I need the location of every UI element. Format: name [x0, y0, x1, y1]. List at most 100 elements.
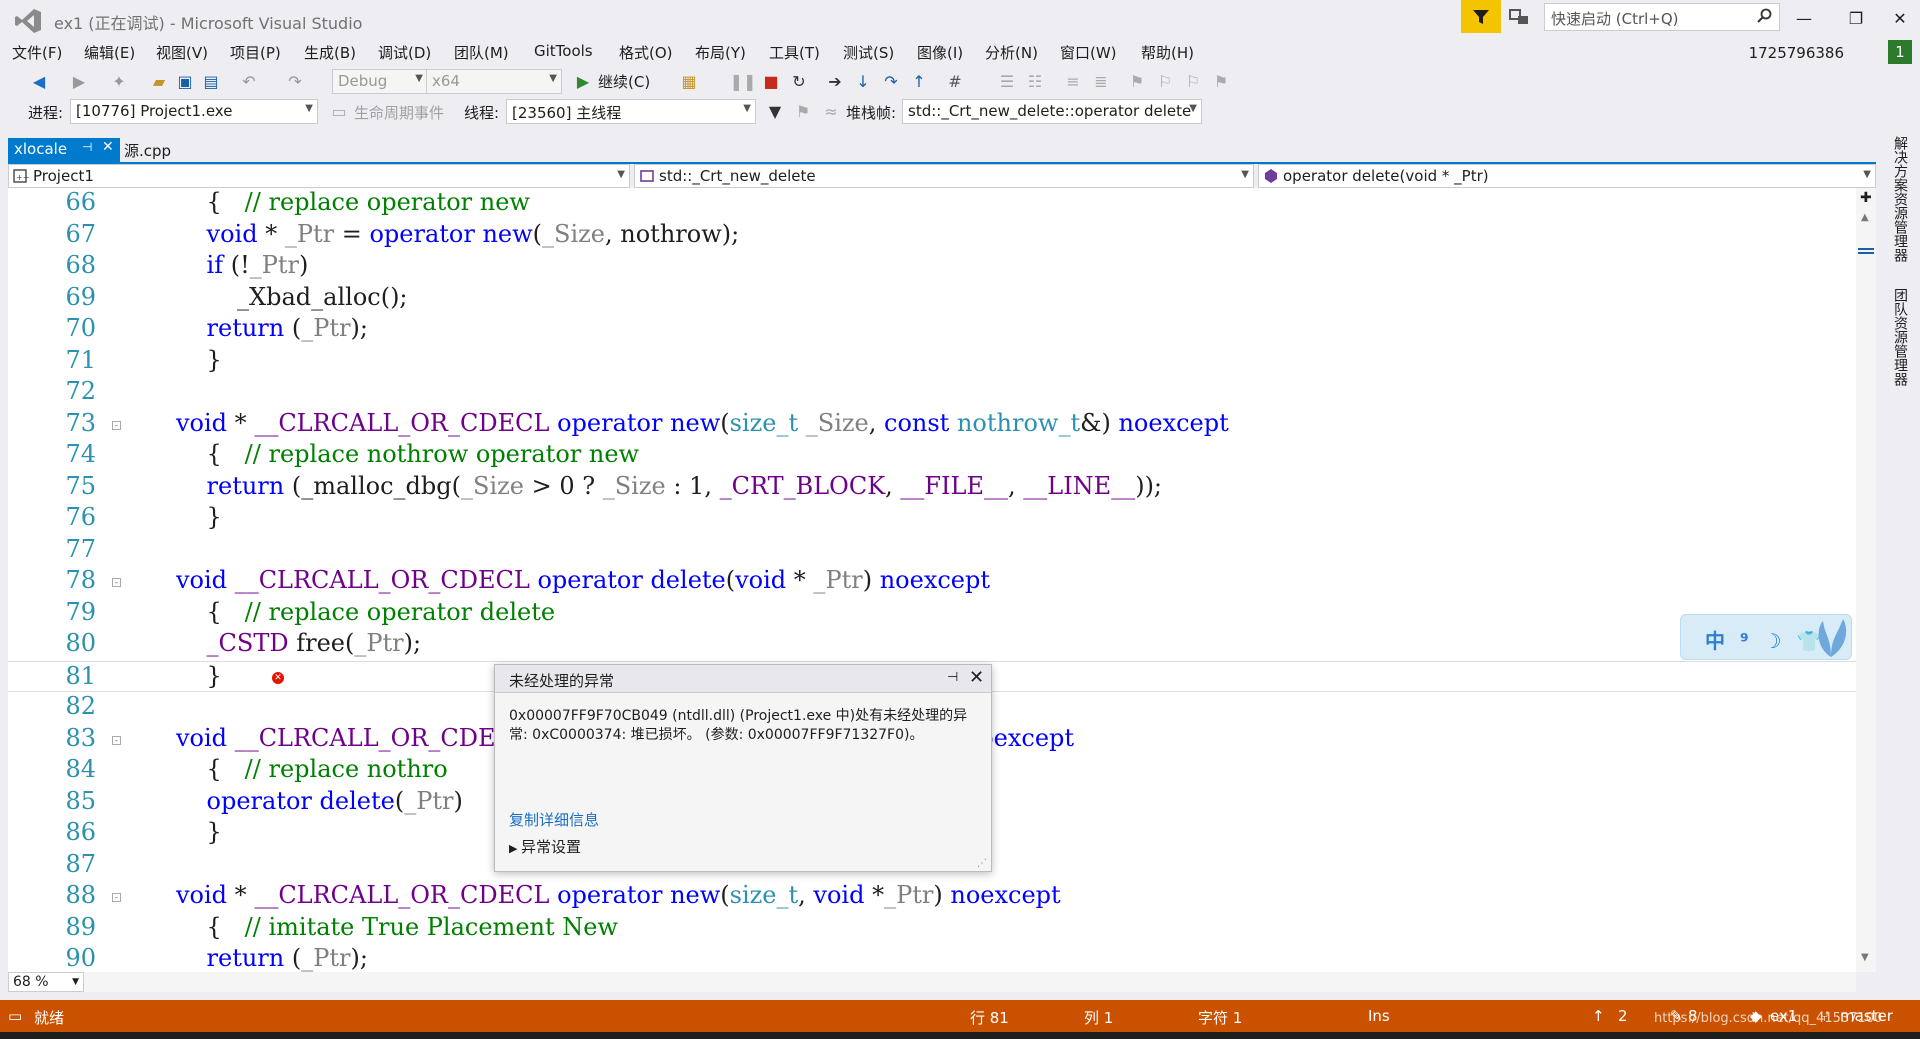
line-number: 73: [65, 408, 96, 437]
outdent-icon[interactable]: ≣: [1090, 70, 1112, 92]
clear-bookmarks-icon[interactable]: ⚑: [1210, 70, 1232, 92]
member-nav-select[interactable]: operator delete(void * _Ptr) ▼: [1258, 164, 1876, 188]
exception-settings-expander[interactable]: ▶ 异常设置: [509, 836, 581, 857]
solution-platform-select[interactable]: x64 ▼: [426, 69, 562, 94]
solution-configuration-select[interactable]: Debug ▼: [332, 69, 428, 94]
status-text: 就绪: [34, 1009, 65, 1027]
indent-icon[interactable]: ≡: [1062, 70, 1084, 92]
menu-help[interactable]: 帮助(H): [1141, 42, 1194, 63]
unpushed-count[interactable]: 2: [1618, 1007, 1628, 1025]
scroll-position-marker: [1858, 248, 1874, 250]
flag-threads-icon[interactable]: ⚑: [792, 100, 814, 122]
next-bookmark-icon[interactable]: ⚐: [1182, 70, 1204, 92]
pin-icon[interactable]: ⊣: [947, 670, 958, 685]
redo-icon[interactable]: ↷: [284, 70, 306, 92]
menu-test[interactable]: 测试(S): [843, 42, 894, 63]
split-icon[interactable]: ✚: [1860, 190, 1872, 206]
stack-frame-select[interactable]: std::_Crt_new_delete::operator delete ▼: [902, 99, 1202, 124]
navigate-forward-icon[interactable]: ▶: [68, 70, 90, 92]
filter-threads-icon[interactable]: ▼: [764, 100, 786, 122]
thread-select[interactable]: [23560] 主线程 ▼: [506, 99, 756, 124]
tab-xlocale[interactable]: xlocale ⊣ ✕: [8, 138, 120, 162]
pin-icon[interactable]: ⊣: [82, 140, 92, 154]
new-project-icon[interactable]: ✦: [108, 70, 130, 92]
collapse-icon[interactable]: -: [112, 893, 121, 902]
menu-gittools[interactable]: GitTools: [534, 42, 593, 60]
hex-display-icon[interactable]: #: [944, 70, 966, 92]
menu-debug[interactable]: 调试(D): [378, 42, 431, 63]
step-into-icon[interactable]: ↓: [852, 70, 874, 92]
close-window-button[interactable]: ✕: [1880, 4, 1920, 32]
menu-window[interactable]: 窗口(W): [1060, 42, 1117, 63]
undo-icon[interactable]: ↶: [238, 70, 260, 92]
insert-mode-indicator[interactable]: Ins: [1368, 1007, 1390, 1025]
save-icon[interactable]: ▣: [174, 70, 196, 92]
project-nav-select[interactable]: ++ Project1 ▼: [8, 164, 630, 188]
restore-button[interactable]: ❐: [1836, 4, 1876, 32]
save-all-icon[interactable]: ▤: [200, 70, 222, 92]
menu-tools[interactable]: 工具(T): [769, 42, 820, 63]
bookmark-icon[interactable]: ⚑: [1126, 70, 1148, 92]
stop-debugging-icon[interactable]: ■: [760, 70, 782, 92]
resize-grip-icon[interactable]: ⋰: [977, 858, 987, 869]
close-icon[interactable]: ✕: [969, 667, 984, 688]
account-name[interactable]: 1725796386: [1749, 44, 1844, 62]
notifications-filter-button[interactable]: [1461, 0, 1501, 33]
collapse-icon[interactable]: -: [112, 420, 121, 430]
prev-bookmark-icon[interactable]: ⚐: [1154, 70, 1176, 92]
menu-image[interactable]: 图像(I): [917, 42, 963, 63]
horizontal-scrollbar[interactable]: [84, 972, 1856, 992]
menu-team[interactable]: 团队(M): [454, 42, 509, 63]
scroll-up-icon[interactable]: ▲: [1861, 212, 1869, 223]
exception-marker-icon[interactable]: ✕: [272, 671, 284, 684]
show-next-statement-icon[interactable]: ➔: [824, 70, 846, 92]
minimize-button[interactable]: —: [1784, 4, 1824, 32]
navigate-back-icon[interactable]: ◀: [28, 70, 50, 92]
menu-analyze[interactable]: 分析(N): [985, 42, 1038, 63]
copy-details-link[interactable]: 复制详细信息: [509, 809, 599, 830]
output-icon[interactable]: ▭: [8, 1007, 22, 1025]
quick-launch-input[interactable]: 快速启动 (Ctrl+Q): [1544, 3, 1780, 31]
collapse-icon[interactable]: -: [112, 578, 121, 587]
feedback-button[interactable]: [1508, 6, 1532, 28]
process-select[interactable]: [10776] Project1.exe ▼: [70, 99, 318, 124]
account-badge[interactable]: 1: [1888, 40, 1912, 64]
open-file-icon[interactable]: ▰: [148, 70, 170, 92]
step-over-icon[interactable]: ↷: [880, 70, 902, 92]
menu-layout[interactable]: 布局(Y): [695, 42, 746, 63]
code-text: { // imitate True Placement New: [176, 912, 618, 941]
menu-file[interactable]: 文件(F): [12, 42, 62, 63]
scope-nav-select[interactable]: std::_Crt_new_delete ▼: [634, 164, 1254, 188]
team-explorer-tab[interactable]: 团队资源管理器: [1890, 288, 1910, 386]
collapse-icon[interactable]: -: [112, 735, 121, 745]
vertical-scrollbar[interactable]: ✚ ▲ ▼: [1856, 188, 1876, 972]
line-number: 72: [65, 377, 96, 405]
menu-format[interactable]: 格式(O): [619, 42, 673, 63]
push-icon[interactable]: ↑: [1592, 1007, 1605, 1025]
ime-toolbar[interactable]: 中 ⁹ ☽ 👕: [1680, 614, 1852, 660]
break-all-icon[interactable]: ❚❚: [730, 70, 757, 92]
line-indicator[interactable]: 行 81: [970, 1007, 1009, 1028]
zoom-select[interactable]: 68 % ▼: [8, 972, 84, 992]
continue-button[interactable]: 继续(C): [598, 71, 650, 92]
continue-icon[interactable]: ▶: [572, 70, 594, 92]
code-text: void * __CLRCALL_OR_CDECL operator new(s…: [176, 881, 1061, 909]
column-indicator[interactable]: 列 1: [1084, 1007, 1113, 1028]
close-tab-icon[interactable]: ✕: [102, 139, 114, 155]
menu-edit[interactable]: 编辑(E): [84, 42, 135, 63]
uncomment-icon[interactable]: ☷: [1024, 70, 1046, 92]
step-out-icon[interactable]: ↑: [908, 70, 930, 92]
lifecycle-events-button[interactable]: 生命周期事件: [354, 102, 444, 123]
tab-source-cpp[interactable]: 源.cpp: [124, 140, 171, 161]
char-indicator[interactable]: 字符 1: [1198, 1007, 1242, 1028]
solution-explorer-tab[interactable]: 解决方案资源管理器: [1890, 136, 1910, 262]
comment-out-icon[interactable]: ☰: [996, 70, 1018, 92]
menu-view[interactable]: 视图(V): [156, 42, 208, 63]
attach-icon[interactable]: ▦: [678, 70, 700, 92]
toggle-flag-icon[interactable]: ≈: [820, 100, 842, 122]
scroll-down-icon[interactable]: ▼: [1861, 952, 1869, 963]
menu-project[interactable]: 项目(P): [230, 42, 281, 63]
window-title: ex1 (正在调试) - Microsoft Visual Studio: [54, 14, 363, 33]
restart-icon[interactable]: ↻: [788, 70, 810, 92]
menu-build[interactable]: 生成(B): [304, 42, 356, 63]
